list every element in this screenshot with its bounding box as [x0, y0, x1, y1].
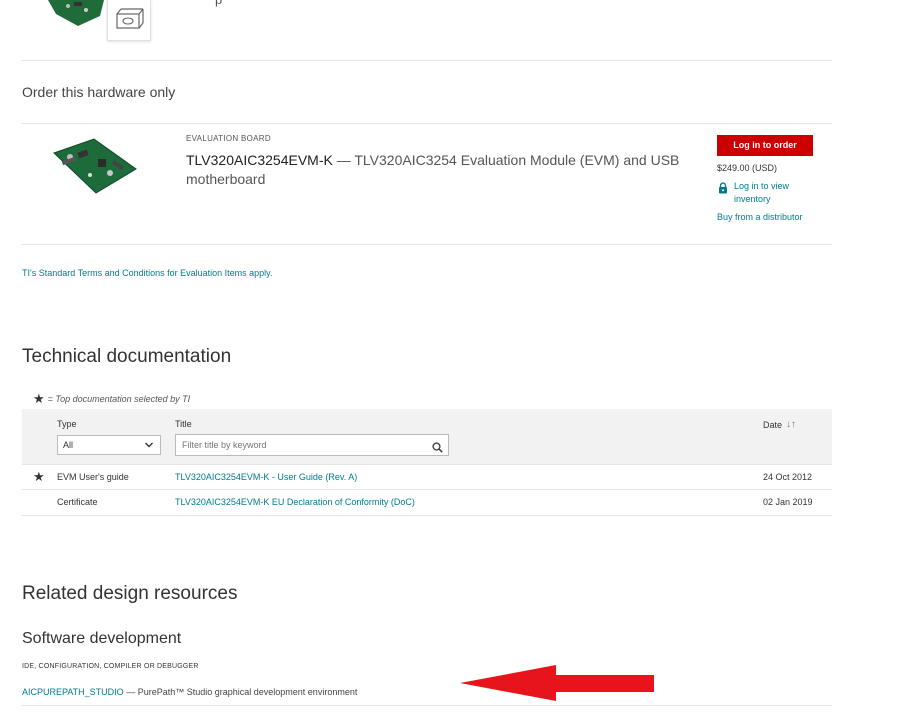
red-arrow-annotation	[458, 663, 656, 703]
title-filter-input[interactable]	[175, 434, 449, 456]
product-category: EVALUATION BOARD	[186, 134, 271, 143]
lock-icon	[717, 181, 729, 194]
divider	[22, 705, 832, 706]
column-title: Title	[175, 419, 192, 429]
column-date-label: Date	[763, 419, 783, 430]
box-link-icon[interactable]	[107, 0, 151, 41]
column-date-sort[interactable]: Date ↓↑	[763, 419, 796, 430]
star-icon: ★	[33, 391, 45, 406]
legend-text: = Top documentation selected by TI	[47, 394, 191, 404]
order-heading: Order this hardware only	[22, 84, 176, 100]
sort-icon[interactable]: ↓↑	[786, 419, 796, 430]
terms-link[interactable]: TI's Standard Terms and Conditions for E…	[22, 268, 273, 278]
product-part-number[interactable]: TLV320AIC3254EVM-K	[186, 152, 333, 168]
doc-date: 02 Jan 2019	[763, 497, 813, 507]
price: $249.00 (USD)	[717, 163, 778, 173]
doc-type: Certificate	[57, 497, 98, 507]
product-image[interactable]	[50, 135, 138, 197]
divider	[22, 464, 832, 465]
tool-description: PurePath™ Studio graphical development e…	[137, 687, 358, 697]
divider	[22, 244, 832, 245]
doc-title-link[interactable]: TLV320AIC3254EVM-K - User Guide (Rev. A)	[175, 472, 357, 482]
search-icon[interactable]	[432, 440, 443, 453]
tool-item: AICPUREPATH_STUDIO — PurePath™ Studio gr…	[22, 687, 357, 697]
product-title: TLV320AIC3254EVM-K — TLV320AIC3254 Evalu…	[186, 151, 686, 189]
top-doc-legend: ★ = Top documentation selected by TI	[33, 391, 190, 407]
divider	[22, 489, 832, 490]
doc-title-link[interactable]: TLV320AIC3254EVM-K EU Declaration of Con…	[175, 497, 415, 507]
type-filter-select[interactable]: All	[57, 435, 161, 455]
related-resources-heading: Related design resources	[22, 583, 238, 604]
software-dev-heading: Software development	[22, 630, 182, 647]
board-thumbnail-top[interactable]	[48, 0, 110, 26]
partial-top-text: p	[215, 0, 222, 7]
separator: —	[332, 152, 355, 168]
tech-docs-heading: Technical documentation	[22, 346, 232, 367]
doc-date: 24 Oct 2012	[763, 472, 813, 482]
star-icon: ★	[33, 469, 45, 484]
divider	[22, 60, 832, 61]
divider	[22, 515, 832, 516]
tool-category: IDE, CONFIGURATION, COMPILER OR DEBUGGER	[22, 663, 199, 670]
login-view-inventory-link[interactable]: Log in to view inventory	[734, 180, 804, 206]
separator: —	[123, 687, 138, 697]
chevron-down-icon	[144, 436, 154, 460]
column-type: Type	[57, 419, 77, 429]
type-filter-value: All	[63, 440, 74, 450]
doc-type: EVM User's guide	[57, 472, 129, 482]
tool-link[interactable]: AICPUREPATH_STUDIO	[22, 687, 124, 697]
login-to-order-button[interactable]: Log in to order	[717, 135, 813, 156]
divider	[22, 123, 832, 124]
buy-distributor-link[interactable]: Buy from a distributor	[717, 212, 803, 222]
